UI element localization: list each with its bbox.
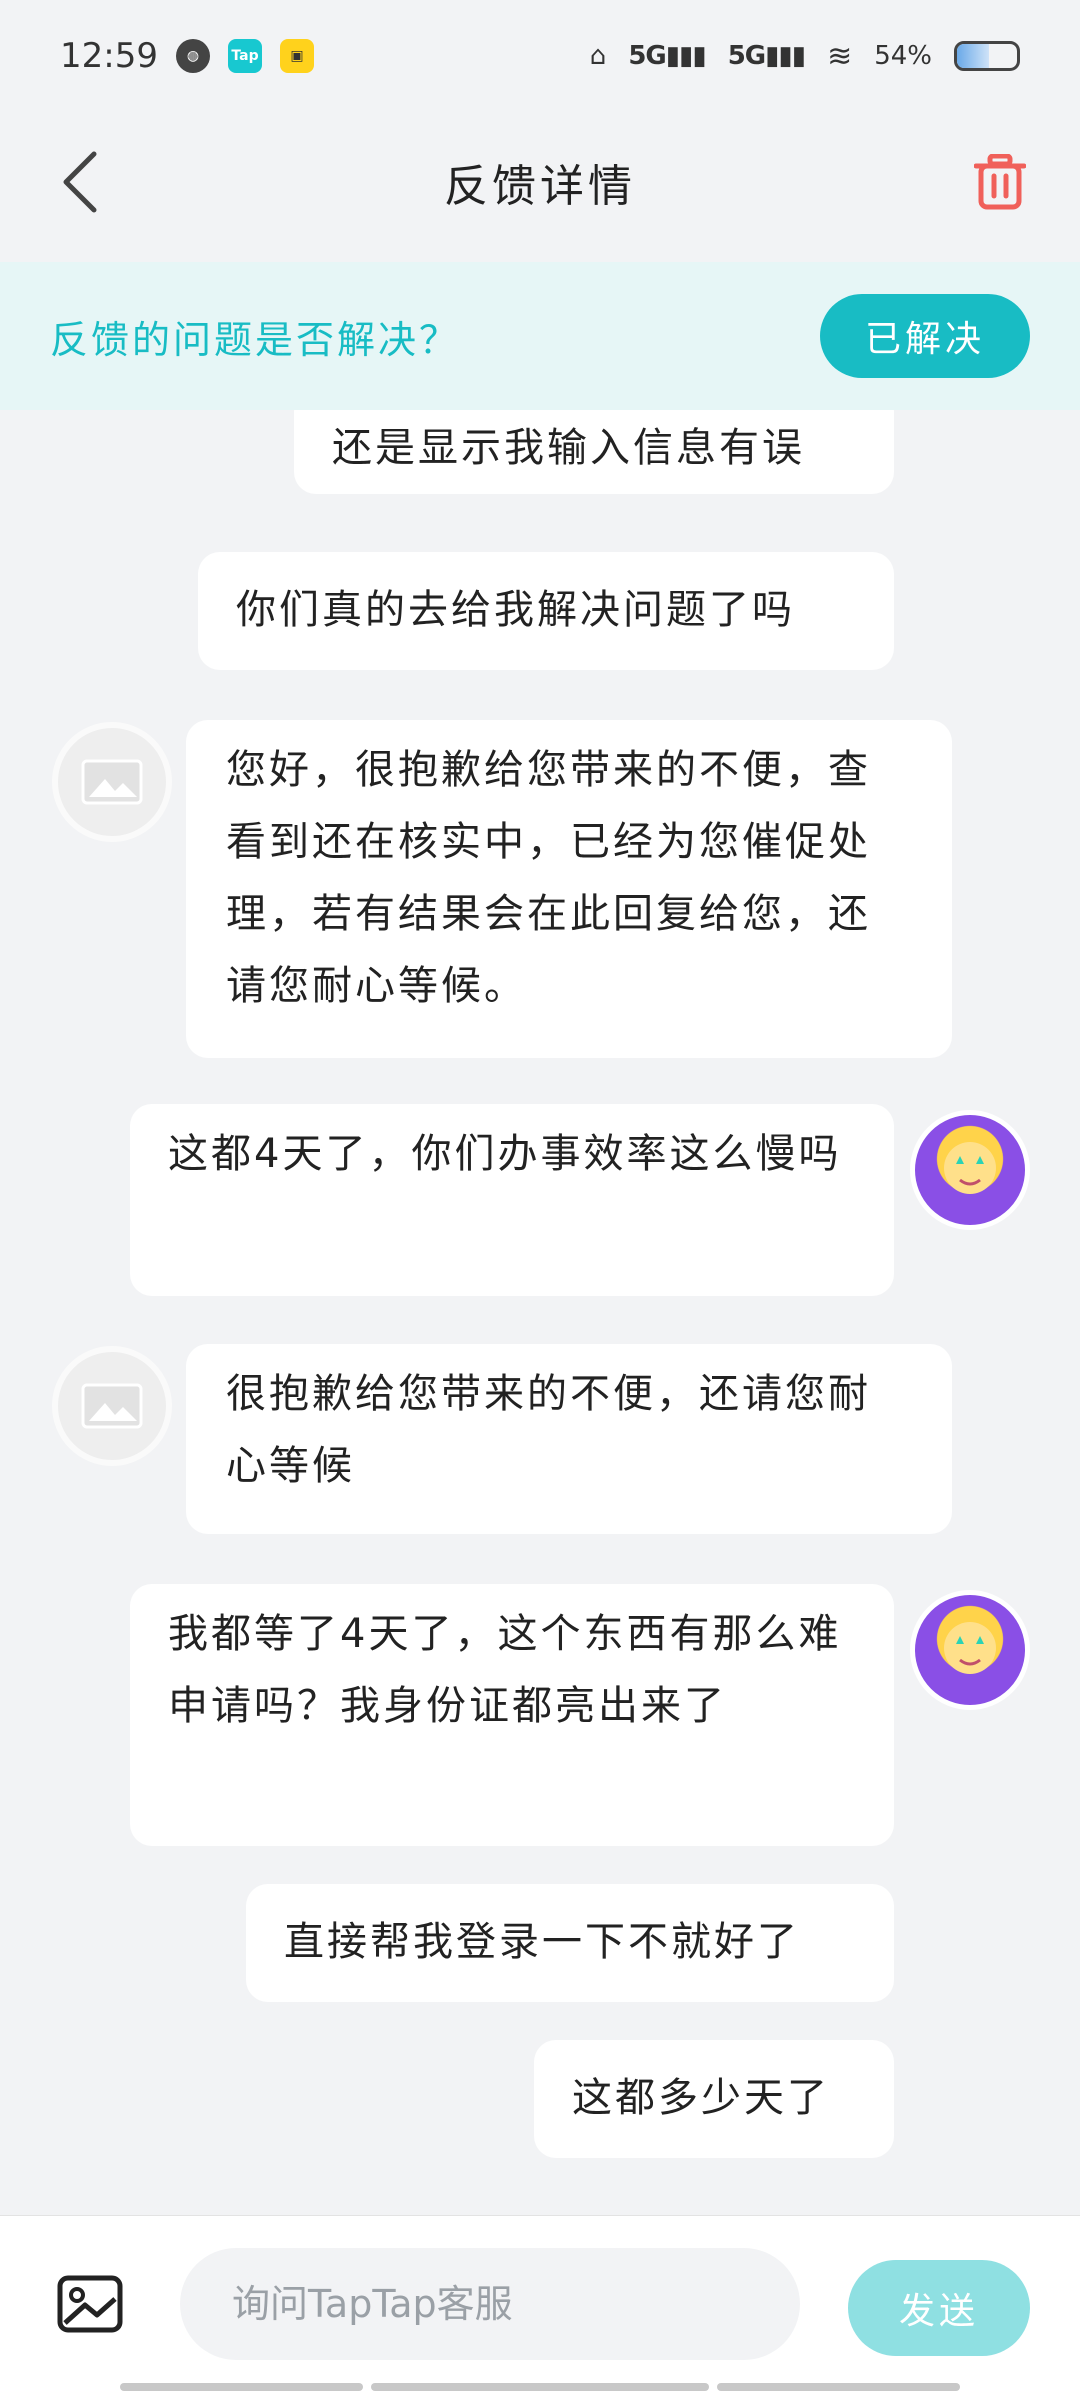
user-character-icon	[944, 1622, 996, 1674]
chat-area[interactable]: 还是显示我输入信息有误 你们真的去给我解决问题了吗 您好，很抱歉给您带来的不便，…	[0, 410, 1080, 2215]
support-avatar	[52, 722, 172, 842]
image-placeholder-icon	[81, 1383, 143, 1429]
taptap-app-icon: Tap	[227, 39, 262, 73]
delete-button[interactable]	[960, 142, 1040, 222]
wifi-icon: ≋	[827, 38, 853, 74]
signal-icon-2: 5G▮▮▮	[727, 41, 806, 71]
status-time: 12:59	[60, 36, 158, 76]
user-message: 你们真的去给我解决问题了吗	[198, 552, 894, 670]
message-text: 很抱歉给您带来的不便，还请您耐心等候	[226, 1371, 871, 1489]
support-message: 很抱歉给您带来的不便，还请您耐心等候	[186, 1344, 952, 1534]
message-text: 这都4天了，你们办事效率这么慢吗	[168, 1131, 842, 1177]
user-message: 直接帮我登录一下不就好了	[246, 1884, 894, 2002]
attach-image-button[interactable]	[52, 2266, 128, 2342]
message-text: 还是显示我输入信息有误	[332, 425, 805, 471]
status-bar: 12:59 ◍ Tap ▣ ⌂ 5G▮▮▮ 5G▮▮▮ ≋ 54%	[0, 0, 1080, 112]
message-text: 您好，很抱歉给您带来的不便，查看到还在核实中，已经为您催促处理，若有结果会在此回…	[226, 747, 871, 1009]
support-message: 您好，很抱歉给您带来的不便，查看到还在核实中，已经为您催促处理，若有结果会在此回…	[186, 720, 952, 1058]
user-avatar[interactable]	[910, 1110, 1030, 1230]
message-text: 我都等了4天了，这个东西有那么难申请吗？我身份证都亮出来了	[168, 1611, 842, 1729]
user-character-icon	[944, 1142, 996, 1194]
send-button[interactable]: 发送	[848, 2260, 1030, 2356]
globe-icon: ◍	[175, 39, 210, 73]
user-message: 这都4天了，你们办事效率这么慢吗	[130, 1104, 894, 1296]
support-avatar	[52, 1346, 172, 1466]
user-message: 还是显示我输入信息有误	[294, 410, 894, 494]
gesture-segment	[120, 2383, 364, 2391]
status-right: ⌂ 5G▮▮▮ 5G▮▮▮ ≋ 54%	[590, 39, 1020, 74]
status-left: 12:59 ◍ Tap ▣	[60, 36, 314, 76]
message-input[interactable]	[180, 2248, 800, 2360]
image-placeholder-icon	[81, 759, 143, 805]
user-avatar[interactable]	[910, 1590, 1030, 1710]
resolved-button[interactable]: 已解决	[820, 294, 1030, 378]
user-message: 这都多少天了	[534, 2040, 894, 2158]
battery-icon	[954, 41, 1020, 71]
battery-percent: 54%	[874, 41, 932, 71]
image-icon	[57, 2275, 123, 2333]
trash-icon	[974, 154, 1026, 210]
signal-icon-1: 5G▮▮▮	[628, 41, 706, 71]
message-text: 直接帮我登录一下不就好了	[284, 1919, 800, 1965]
user-message: 我都等了4天了，这个东西有那么难申请吗？我身份证都亮出来了	[130, 1584, 894, 1846]
hd-icon: ⌂	[589, 41, 607, 71]
gesture-bar	[120, 2383, 960, 2391]
gesture-segment	[371, 2383, 709, 2391]
header: 反馈详情	[0, 112, 1080, 252]
chevron-left-icon	[63, 151, 97, 213]
resolution-banner: 反馈的问题是否解决？ 已解决	[0, 262, 1080, 410]
page-title: 反馈详情	[444, 161, 636, 212]
resolution-question: 反馈的问题是否解决？	[50, 317, 461, 362]
message-text: 你们真的去给我解决问题了吗	[236, 587, 795, 633]
input-bar: 发送	[0, 2215, 1080, 2400]
back-button[interactable]	[40, 142, 120, 222]
message-text: 这都多少天了	[572, 2075, 830, 2121]
bilibili-app-icon: ▣	[279, 39, 314, 73]
gesture-segment	[716, 2383, 960, 2391]
